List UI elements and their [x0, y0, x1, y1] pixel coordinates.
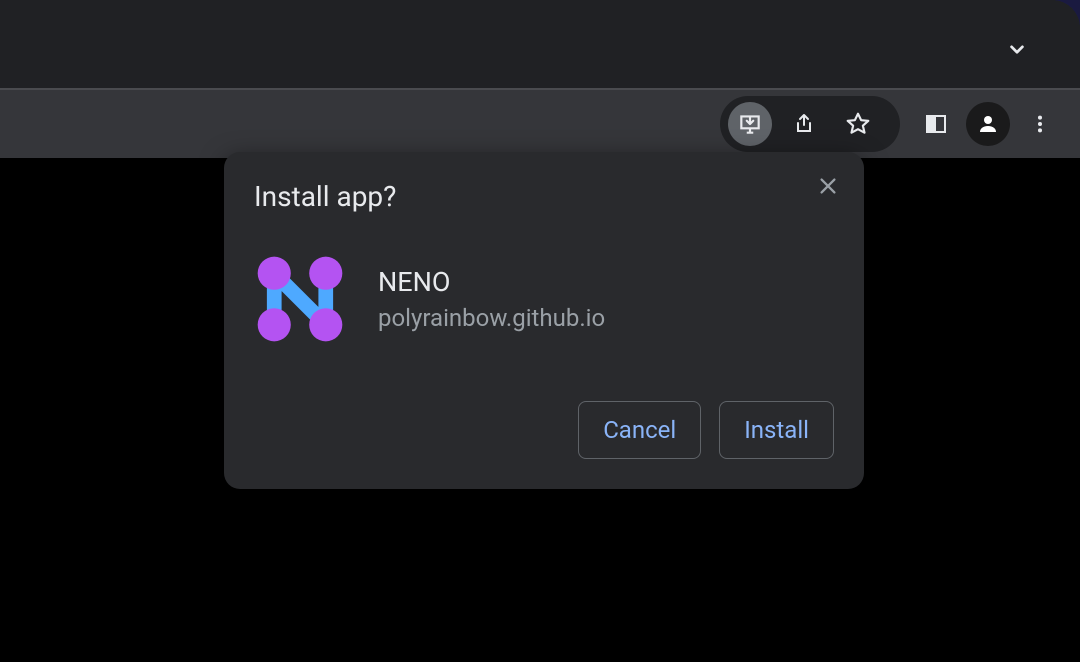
- share-button[interactable]: [782, 102, 826, 146]
- install-button[interactable]: Install: [719, 401, 834, 459]
- install-app-dialog: Install app? NENO polyrainbow.github.io …: [224, 152, 864, 489]
- side-panel-button[interactable]: [914, 102, 958, 146]
- install-desktop-icon: [737, 111, 763, 137]
- browser-toolbar: [0, 88, 1080, 158]
- cancel-button[interactable]: Cancel: [578, 401, 701, 459]
- neno-logo-icon: [254, 253, 346, 345]
- app-name: NENO: [378, 266, 605, 298]
- close-icon: [817, 175, 839, 197]
- tab-strip: [0, 0, 1080, 88]
- install-app-button[interactable]: [728, 102, 772, 146]
- share-icon: [792, 112, 816, 136]
- address-bar-actions: [720, 96, 900, 152]
- dialog-title: Install app?: [254, 180, 834, 213]
- toolbar-right-group: [914, 102, 1062, 146]
- dialog-button-row: Cancel Install: [254, 401, 834, 459]
- profile-button[interactable]: [966, 102, 1010, 146]
- kebab-menu-icon: [1029, 113, 1051, 135]
- app-text-group: NENO polyrainbow.github.io: [378, 266, 605, 332]
- dialog-close-button[interactable]: [810, 168, 846, 204]
- side-panel-icon: [924, 112, 948, 136]
- bookmark-button[interactable]: [836, 102, 880, 146]
- app-icon: [254, 253, 346, 345]
- star-outline-icon: [845, 111, 871, 137]
- tabs-dropdown-button[interactable]: [1004, 36, 1030, 66]
- app-origin: polyrainbow.github.io: [378, 304, 605, 332]
- window-corner-decoration: [1052, 0, 1080, 28]
- browser-menu-button[interactable]: [1018, 102, 1062, 146]
- app-info-row: NENO polyrainbow.github.io: [254, 253, 834, 345]
- chevron-down-icon: [1004, 36, 1030, 62]
- person-icon: [976, 112, 1000, 136]
